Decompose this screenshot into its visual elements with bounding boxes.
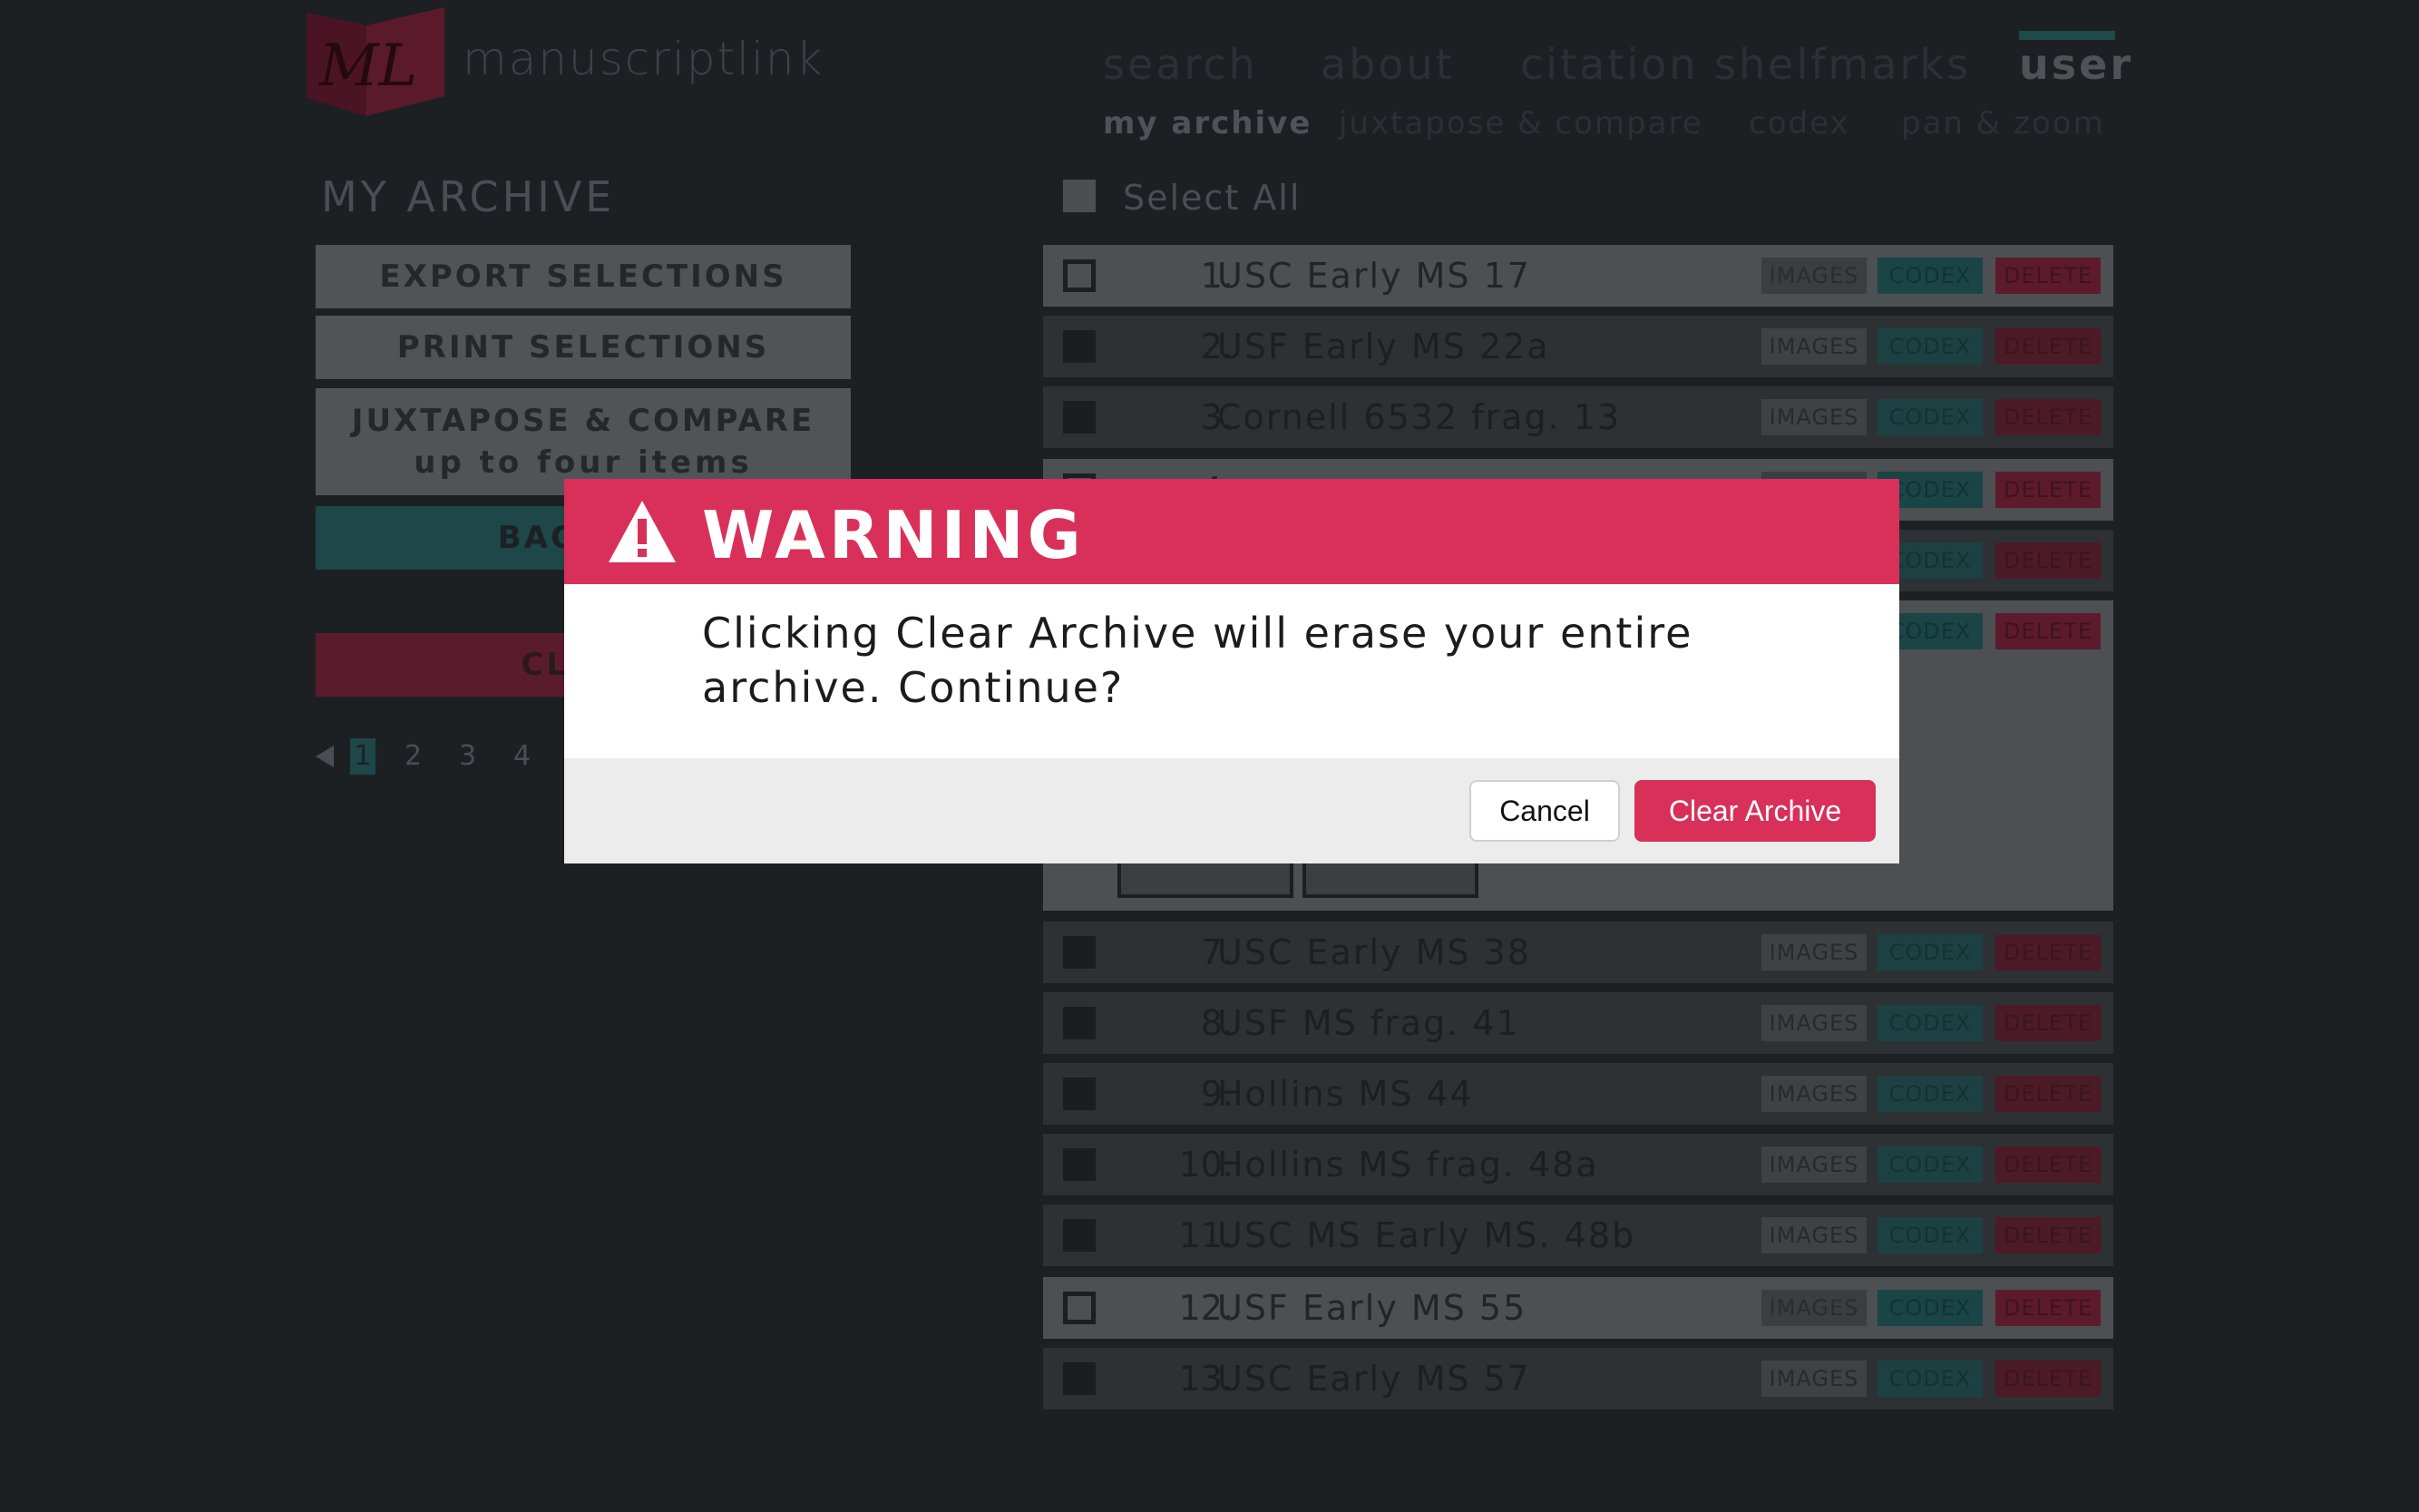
brand-name[interactable]: manuscriptlink xyxy=(463,33,824,85)
nav-active-indicator xyxy=(2019,31,2115,40)
print-selections-button[interactable]: PRINT SELECTIONS xyxy=(316,316,851,379)
codex-button[interactable]: CODEX xyxy=(1878,1146,1983,1183)
print-selections-label: PRINT SELECTIONS xyxy=(396,329,770,366)
row-checkbox[interactable] xyxy=(1063,1219,1096,1252)
manuscriptlink-logo[interactable]: ML xyxy=(307,7,444,116)
select-all-checkbox[interactable] xyxy=(1063,180,1096,212)
archive-row: 7. USC Early MS 38 IMAGES CODEX DELETE xyxy=(1043,922,2113,983)
subnav-juxtapose-compare[interactable]: juxtapose & compare xyxy=(1339,105,1703,141)
dialog-header: WARNING xyxy=(564,479,1899,584)
pager-page-2[interactable]: 2 xyxy=(405,740,422,772)
images-button[interactable]: IMAGES xyxy=(1761,258,1867,294)
archive-row: 3. Cornell 6532 frag. 13 IMAGES CODEX DE… xyxy=(1043,386,2113,448)
delete-button[interactable]: DELETE xyxy=(1995,328,2101,365)
delete-button[interactable]: DELETE xyxy=(1995,399,2101,435)
pager-prev-icon[interactable] xyxy=(316,746,334,767)
delete-button[interactable]: DELETE xyxy=(1995,1076,2101,1112)
warning-dialog: WARNING Clicking Clear Archive will eras… xyxy=(564,479,1899,863)
images-button[interactable]: IMAGES xyxy=(1761,1005,1867,1041)
subnav-my-archive[interactable]: my archive xyxy=(1103,105,1312,141)
row-title[interactable]: USF Early MS 22a xyxy=(1217,327,1550,366)
archive-row: 9. Hollins MS 44 IMAGES CODEX DELETE xyxy=(1043,1063,2113,1125)
warning-icon xyxy=(609,501,676,562)
archive-row: 1. USC Early MS 17 IMAGES CODEX DELETE xyxy=(1043,245,2113,307)
row-checkbox[interactable] xyxy=(1063,936,1096,969)
row-checkbox[interactable] xyxy=(1063,1292,1096,1324)
dialog-footer: Cancel Clear Archive xyxy=(564,758,1899,863)
images-button[interactable]: IMAGES xyxy=(1761,328,1867,365)
delete-button[interactable]: DELETE xyxy=(1995,258,2101,294)
select-all-label: Select All xyxy=(1123,178,1302,218)
delete-button[interactable]: DELETE xyxy=(1995,1005,2101,1041)
row-checkbox[interactable] xyxy=(1063,1148,1096,1181)
images-button[interactable]: IMAGES xyxy=(1761,934,1867,971)
codex-button[interactable]: CODEX xyxy=(1878,1290,1983,1326)
dialog-message: Clicking Clear Archive will erase your e… xyxy=(702,609,1693,712)
archive-row: 13. USC Early MS 57 IMAGES CODEX DELETE xyxy=(1043,1348,2113,1410)
nav-search[interactable]: search xyxy=(1103,40,1258,89)
archive-row: 10. Hollins MS frag. 48a IMAGES CODEX DE… xyxy=(1043,1134,2113,1195)
delete-button[interactable]: DELETE xyxy=(1995,934,2101,971)
subnav-codex[interactable]: codex xyxy=(1749,105,1850,141)
codex-button[interactable]: CODEX xyxy=(1878,399,1983,435)
cancel-button[interactable]: Cancel xyxy=(1469,780,1620,842)
row-checkbox[interactable] xyxy=(1063,1078,1096,1110)
archive-row: 2. USF Early MS 22a IMAGES CODEX DELETE xyxy=(1043,316,2113,377)
dialog-title: WARNING xyxy=(702,497,1085,573)
codex-button[interactable]: CODEX xyxy=(1878,258,1983,294)
row-checkbox[interactable] xyxy=(1063,1007,1096,1039)
archive-row: 11. USC MS Early MS. 48b IMAGES CODEX DE… xyxy=(1043,1205,2113,1266)
row-checkbox[interactable] xyxy=(1063,401,1096,434)
nav-about[interactable]: about xyxy=(1321,40,1455,89)
row-title[interactable]: USF MS frag. 41 xyxy=(1217,1003,1520,1043)
pager-page-1[interactable]: 1 xyxy=(350,738,376,775)
images-button[interactable]: IMAGES xyxy=(1761,1217,1867,1253)
confirm-clear-archive-button[interactable]: Clear Archive xyxy=(1634,780,1876,842)
nav-user[interactable]: user xyxy=(2019,40,2133,89)
delete-button[interactable]: DELETE xyxy=(1995,1217,2101,1253)
subnav-pan-zoom[interactable]: pan & zoom xyxy=(1901,105,2105,141)
codex-button[interactable]: CODEX xyxy=(1878,1005,1983,1041)
images-button[interactable]: IMAGES xyxy=(1761,1146,1867,1183)
images-button[interactable]: IMAGES xyxy=(1761,1076,1867,1112)
delete-button[interactable]: DELETE xyxy=(1995,1146,2101,1183)
export-selections-button[interactable]: EXPORT SELECTIONS xyxy=(316,245,851,308)
delete-button[interactable]: DELETE xyxy=(1995,472,2101,508)
row-title[interactable]: USC Early MS 57 xyxy=(1217,1359,1531,1399)
codex-button[interactable]: CODEX xyxy=(1878,328,1983,365)
archive-row: 8. USF MS frag. 41 IMAGES CODEX DELETE xyxy=(1043,992,2113,1054)
images-button[interactable]: IMAGES xyxy=(1761,1290,1867,1326)
row-title[interactable]: Hollins MS frag. 48a xyxy=(1217,1145,1599,1185)
delete-button[interactable]: DELETE xyxy=(1995,613,2101,649)
juxtapose-sublabel: up to four items xyxy=(414,444,753,481)
row-title[interactable]: Hollins MS 44 xyxy=(1217,1074,1474,1114)
codex-button[interactable]: CODEX xyxy=(1878,1361,1983,1397)
images-button[interactable]: IMAGES xyxy=(1761,1361,1867,1397)
row-checkbox[interactable] xyxy=(1063,330,1096,363)
codex-button[interactable]: CODEX xyxy=(1878,1076,1983,1112)
images-button[interactable]: IMAGES xyxy=(1761,399,1867,435)
codex-button[interactable]: CODEX xyxy=(1878,1217,1983,1253)
delete-button[interactable]: DELETE xyxy=(1995,542,2101,579)
nav-citation-shelfmarks[interactable]: citation shelfmarks xyxy=(1520,40,1971,89)
export-selections-label: EXPORT SELECTIONS xyxy=(379,259,787,295)
page-title: MY ARCHIVE xyxy=(321,172,616,221)
juxtapose-label: JUXTAPOSE & COMPARE xyxy=(351,403,815,439)
delete-button[interactable]: DELETE xyxy=(1995,1361,2101,1397)
row-checkbox[interactable] xyxy=(1063,259,1096,292)
row-title[interactable]: USC Early MS 17 xyxy=(1217,256,1531,296)
codex-button[interactable]: CODEX xyxy=(1878,934,1983,971)
delete-button[interactable]: DELETE xyxy=(1995,1290,2101,1326)
archive-row: 12. USF Early MS 55 IMAGES CODEX DELETE xyxy=(1043,1277,2113,1339)
pager-page-3[interactable]: 3 xyxy=(459,740,476,772)
row-title[interactable]: USC MS Early MS. 48b xyxy=(1217,1215,1635,1255)
row-checkbox[interactable] xyxy=(1063,1362,1096,1395)
row-title[interactable]: USC Early MS 38 xyxy=(1217,932,1531,972)
pager-page-4[interactable]: 4 xyxy=(513,740,531,772)
logo-text: ML xyxy=(318,33,417,100)
row-title[interactable]: Cornell 6532 frag. 13 xyxy=(1217,397,1621,437)
row-title[interactable]: USF Early MS 55 xyxy=(1217,1288,1527,1328)
